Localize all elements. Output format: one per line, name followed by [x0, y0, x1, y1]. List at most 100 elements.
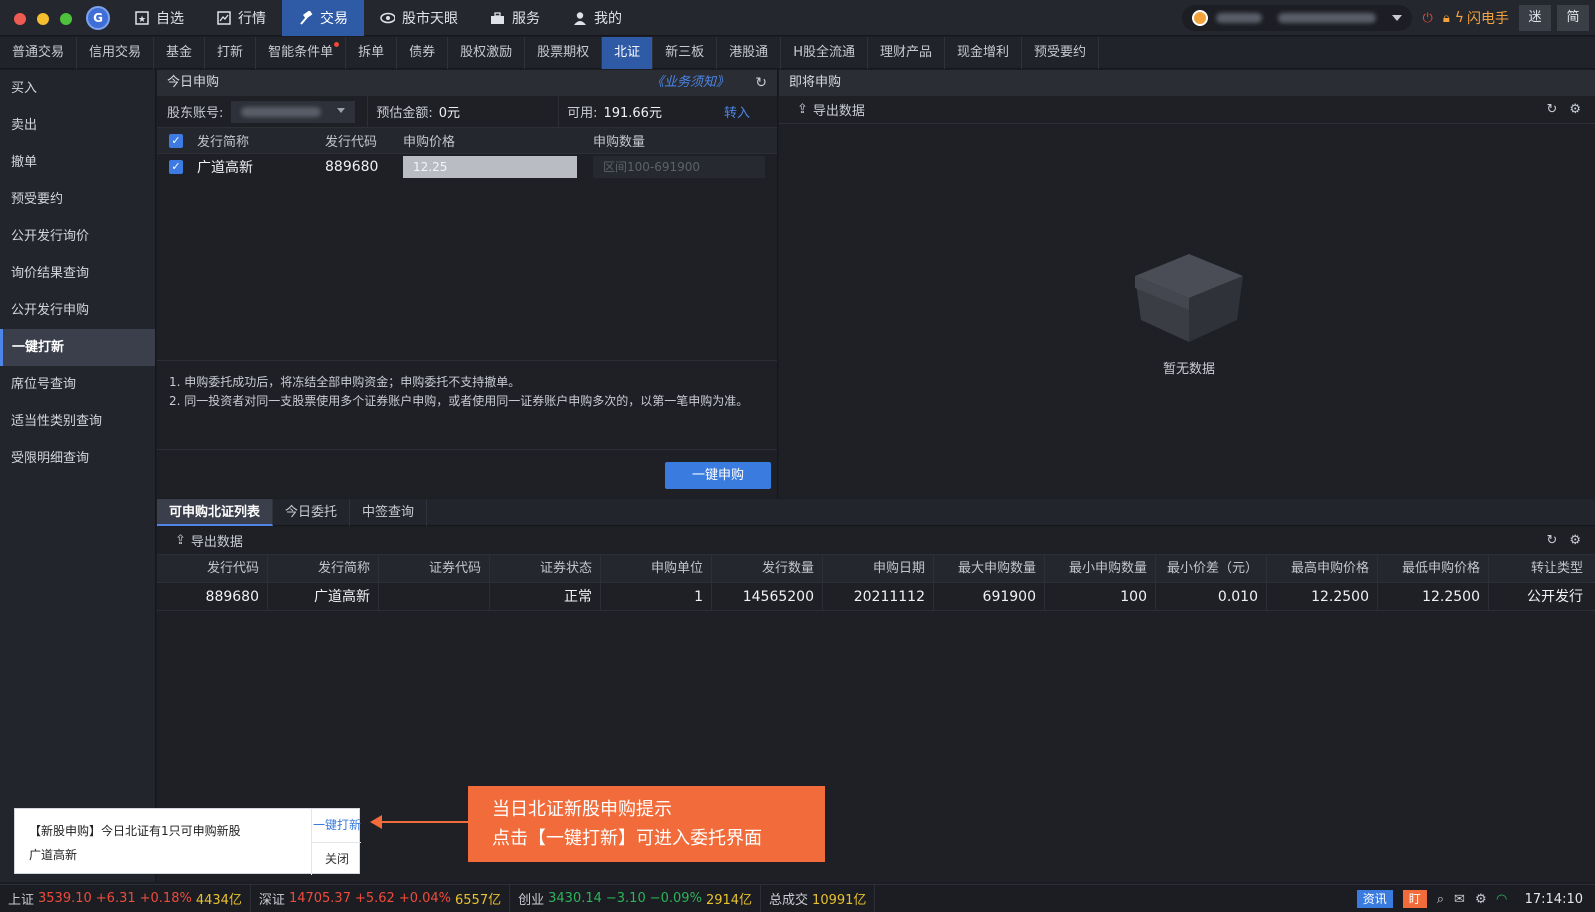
gear-icon[interactable]: ⚙: [1569, 533, 1581, 548]
chevron-down-icon[interactable]: [1391, 15, 1402, 21]
sidebar-item-one-click-ipo[interactable]: 一键打新: [0, 329, 155, 366]
sidebar-item-public-inquiry[interactable]: 公开发行询价: [0, 218, 155, 255]
close-window-button[interactable]: [14, 13, 26, 25]
index-shanghai[interactable]: 上证 3539.10 +6.31 +0.18% 4434亿: [0, 884, 251, 912]
index-price: 14705.37: [288, 891, 351, 906]
popup-close-button[interactable]: 关闭: [313, 843, 361, 875]
mini-mode-button[interactable]: 迷: [1519, 5, 1551, 31]
news-button[interactable]: 资讯: [1356, 890, 1393, 908]
row-qty-cell: 区间100-691900: [593, 156, 768, 178]
business-notice-link[interactable]: 《业务须知》: [651, 70, 729, 96]
tab-bse[interactable]: 北证: [602, 37, 654, 69]
qty-input[interactable]: 区间100-691900: [593, 156, 765, 178]
tab-label: 智能条件单: [268, 45, 334, 60]
export-data-button[interactable]: 导出数据: [191, 531, 243, 550]
col-code: 发行代码: [325, 135, 378, 150]
refresh-icon[interactable]: ↻: [1546, 102, 1557, 117]
tab-stock-options[interactable]: 股票期权: [525, 37, 603, 69]
trade-subtabs: 普通交易 信用交易 基金 打新 智能条件单 拆单 债券 股权激励 股票期权 北证…: [0, 37, 1595, 69]
col-date[interactable]: 申购日期: [823, 555, 934, 582]
sidebar-item-sell[interactable]: 卖出: [0, 107, 155, 144]
index-pct: −0.09%: [649, 891, 702, 906]
panel-header: 今日申购 《业务须知》 ↻: [157, 70, 777, 96]
sidebar-item-cancel[interactable]: 撤单: [0, 144, 155, 181]
nav-watchlist[interactable]: ★ 自选: [118, 0, 200, 36]
sidebar-item-suitability[interactable]: 适当性类别查询: [0, 403, 155, 440]
col-tick[interactable]: 最小价差（元）: [1156, 555, 1267, 582]
panel-title: 即将申购: [789, 75, 842, 90]
col-min-qty[interactable]: 最小申购数量: [1045, 555, 1156, 582]
search-icon[interactable]: ⌕: [1437, 892, 1444, 907]
simple-mode-button[interactable]: 简: [1557, 5, 1589, 31]
index-chinext[interactable]: 创业 3430.14 −3.10 −0.09% 2914亿: [510, 884, 762, 912]
tab-today-orders[interactable]: 今日委托: [273, 499, 351, 526]
index-volume: 4434亿: [195, 893, 242, 908]
gear-icon[interactable]: ⚙: [1569, 102, 1581, 117]
cell-max-price: 12.2500: [1267, 583, 1378, 610]
col-min-price[interactable]: 最低申购价格: [1378, 555, 1489, 582]
total-label: 总成交: [769, 893, 809, 908]
export-data-button[interactable]: 导出数据: [813, 100, 865, 119]
maximize-window-button[interactable]: [60, 13, 72, 25]
tab-bse-list[interactable]: 可申购北证列表: [157, 499, 274, 526]
account-select[interactable]: [231, 100, 356, 123]
tab-hk-connect[interactable]: 港股通: [717, 37, 782, 69]
account-switcher[interactable]: [1181, 5, 1412, 31]
available-value: 191.66元: [603, 106, 662, 121]
tab-split-order[interactable]: 拆单: [346, 37, 398, 69]
sidebar-item-seat-query[interactable]: 席位号查询: [0, 366, 155, 403]
col-unit[interactable]: 申购单位: [601, 555, 712, 582]
popup-one-click-ipo-button[interactable]: 一键打新: [313, 809, 361, 842]
select-all-checkbox[interactable]: ✓: [169, 133, 183, 148]
cell-tick: 0.010: [1156, 583, 1267, 610]
tab-bond[interactable]: 债券: [397, 37, 449, 69]
refresh-icon[interactable]: ↻: [755, 70, 767, 96]
col-sec-code[interactable]: 证券代码: [379, 555, 490, 582]
tab-h-share[interactable]: H股全流通: [781, 37, 868, 69]
col-sec-status[interactable]: 证券状态: [490, 555, 601, 582]
tab-cash-plus[interactable]: 现金增利: [945, 37, 1022, 69]
price-input[interactable]: 12.25: [403, 156, 577, 178]
tab-equity-incentive[interactable]: 股权激励: [448, 37, 526, 69]
sidebar-item-restricted[interactable]: 受限明细查询: [0, 440, 155, 477]
nav-market[interactable]: 行情: [200, 0, 282, 36]
power-icon[interactable]: ⏻: [1423, 11, 1433, 26]
col-max-qty[interactable]: 最大申购数量: [934, 555, 1045, 582]
nav-trade[interactable]: 交易: [282, 0, 364, 36]
tab-fund[interactable]: 基金: [154, 37, 206, 69]
tab-lottery-query[interactable]: 中签查询: [350, 499, 428, 526]
col-max-price[interactable]: 最高申购价格: [1267, 555, 1378, 582]
col-transfer-type[interactable]: 转让类型: [1489, 555, 1591, 582]
tab-ipo[interactable]: 打新: [205, 37, 257, 69]
tab-tender-offer[interactable]: 预受要约: [1022, 37, 1100, 69]
col-issue-qty[interactable]: 发行数量: [712, 555, 823, 582]
tab-smart-order[interactable]: 智能条件单: [256, 37, 347, 69]
nav-mine[interactable]: 我的: [556, 0, 638, 36]
nav-sky-eye[interactable]: 股市天眼: [364, 0, 474, 36]
cell-max-qty: 691900: [934, 583, 1045, 610]
tab-neeq[interactable]: 新三板: [653, 37, 718, 69]
row-checkbox[interactable]: ✓: [169, 160, 183, 174]
gear-icon[interactable]: ⚙: [1475, 892, 1487, 907]
mail-icon[interactable]: ✉: [1454, 892, 1465, 907]
minimize-window-button[interactable]: [37, 13, 49, 25]
sidebar-item-buy[interactable]: 买入: [0, 70, 155, 107]
col-issue-name[interactable]: 发行简称: [268, 555, 379, 582]
sidebar-item-inquiry-result[interactable]: 询价结果查询: [0, 255, 155, 292]
one-click-subscribe-button[interactable]: 一键申购: [665, 462, 771, 489]
col-issue-code[interactable]: 发行代码: [157, 555, 268, 582]
watch-button[interactable]: 盯: [1402, 890, 1427, 908]
tab-credit-trade[interactable]: 信用交易: [77, 37, 155, 69]
tab-wealth-products[interactable]: 理财产品: [868, 37, 945, 69]
sidebar-item-public-subscribe[interactable]: 公开发行申购: [0, 292, 155, 329]
estimate-value: 0元: [438, 106, 461, 121]
lock-icon[interactable]: 🔒︎: [1443, 11, 1450, 26]
sidebar-item-tender[interactable]: 预受要约: [0, 181, 155, 218]
refresh-icon[interactable]: ↻: [1546, 533, 1557, 548]
table-row[interactable]: 889680 广道高新 正常 1 14565200 20211112 69190…: [157, 583, 1595, 611]
nav-service[interactable]: 服务: [474, 0, 556, 36]
transfer-in-link[interactable]: 转入: [724, 102, 750, 121]
tab-normal-trade[interactable]: 普通交易: [0, 37, 78, 69]
index-shenzhen[interactable]: 深证 14705.37 +5.62 +0.04% 6557亿: [251, 884, 511, 912]
flash-trade-button[interactable]: ϟ 闪电手: [1455, 8, 1509, 28]
